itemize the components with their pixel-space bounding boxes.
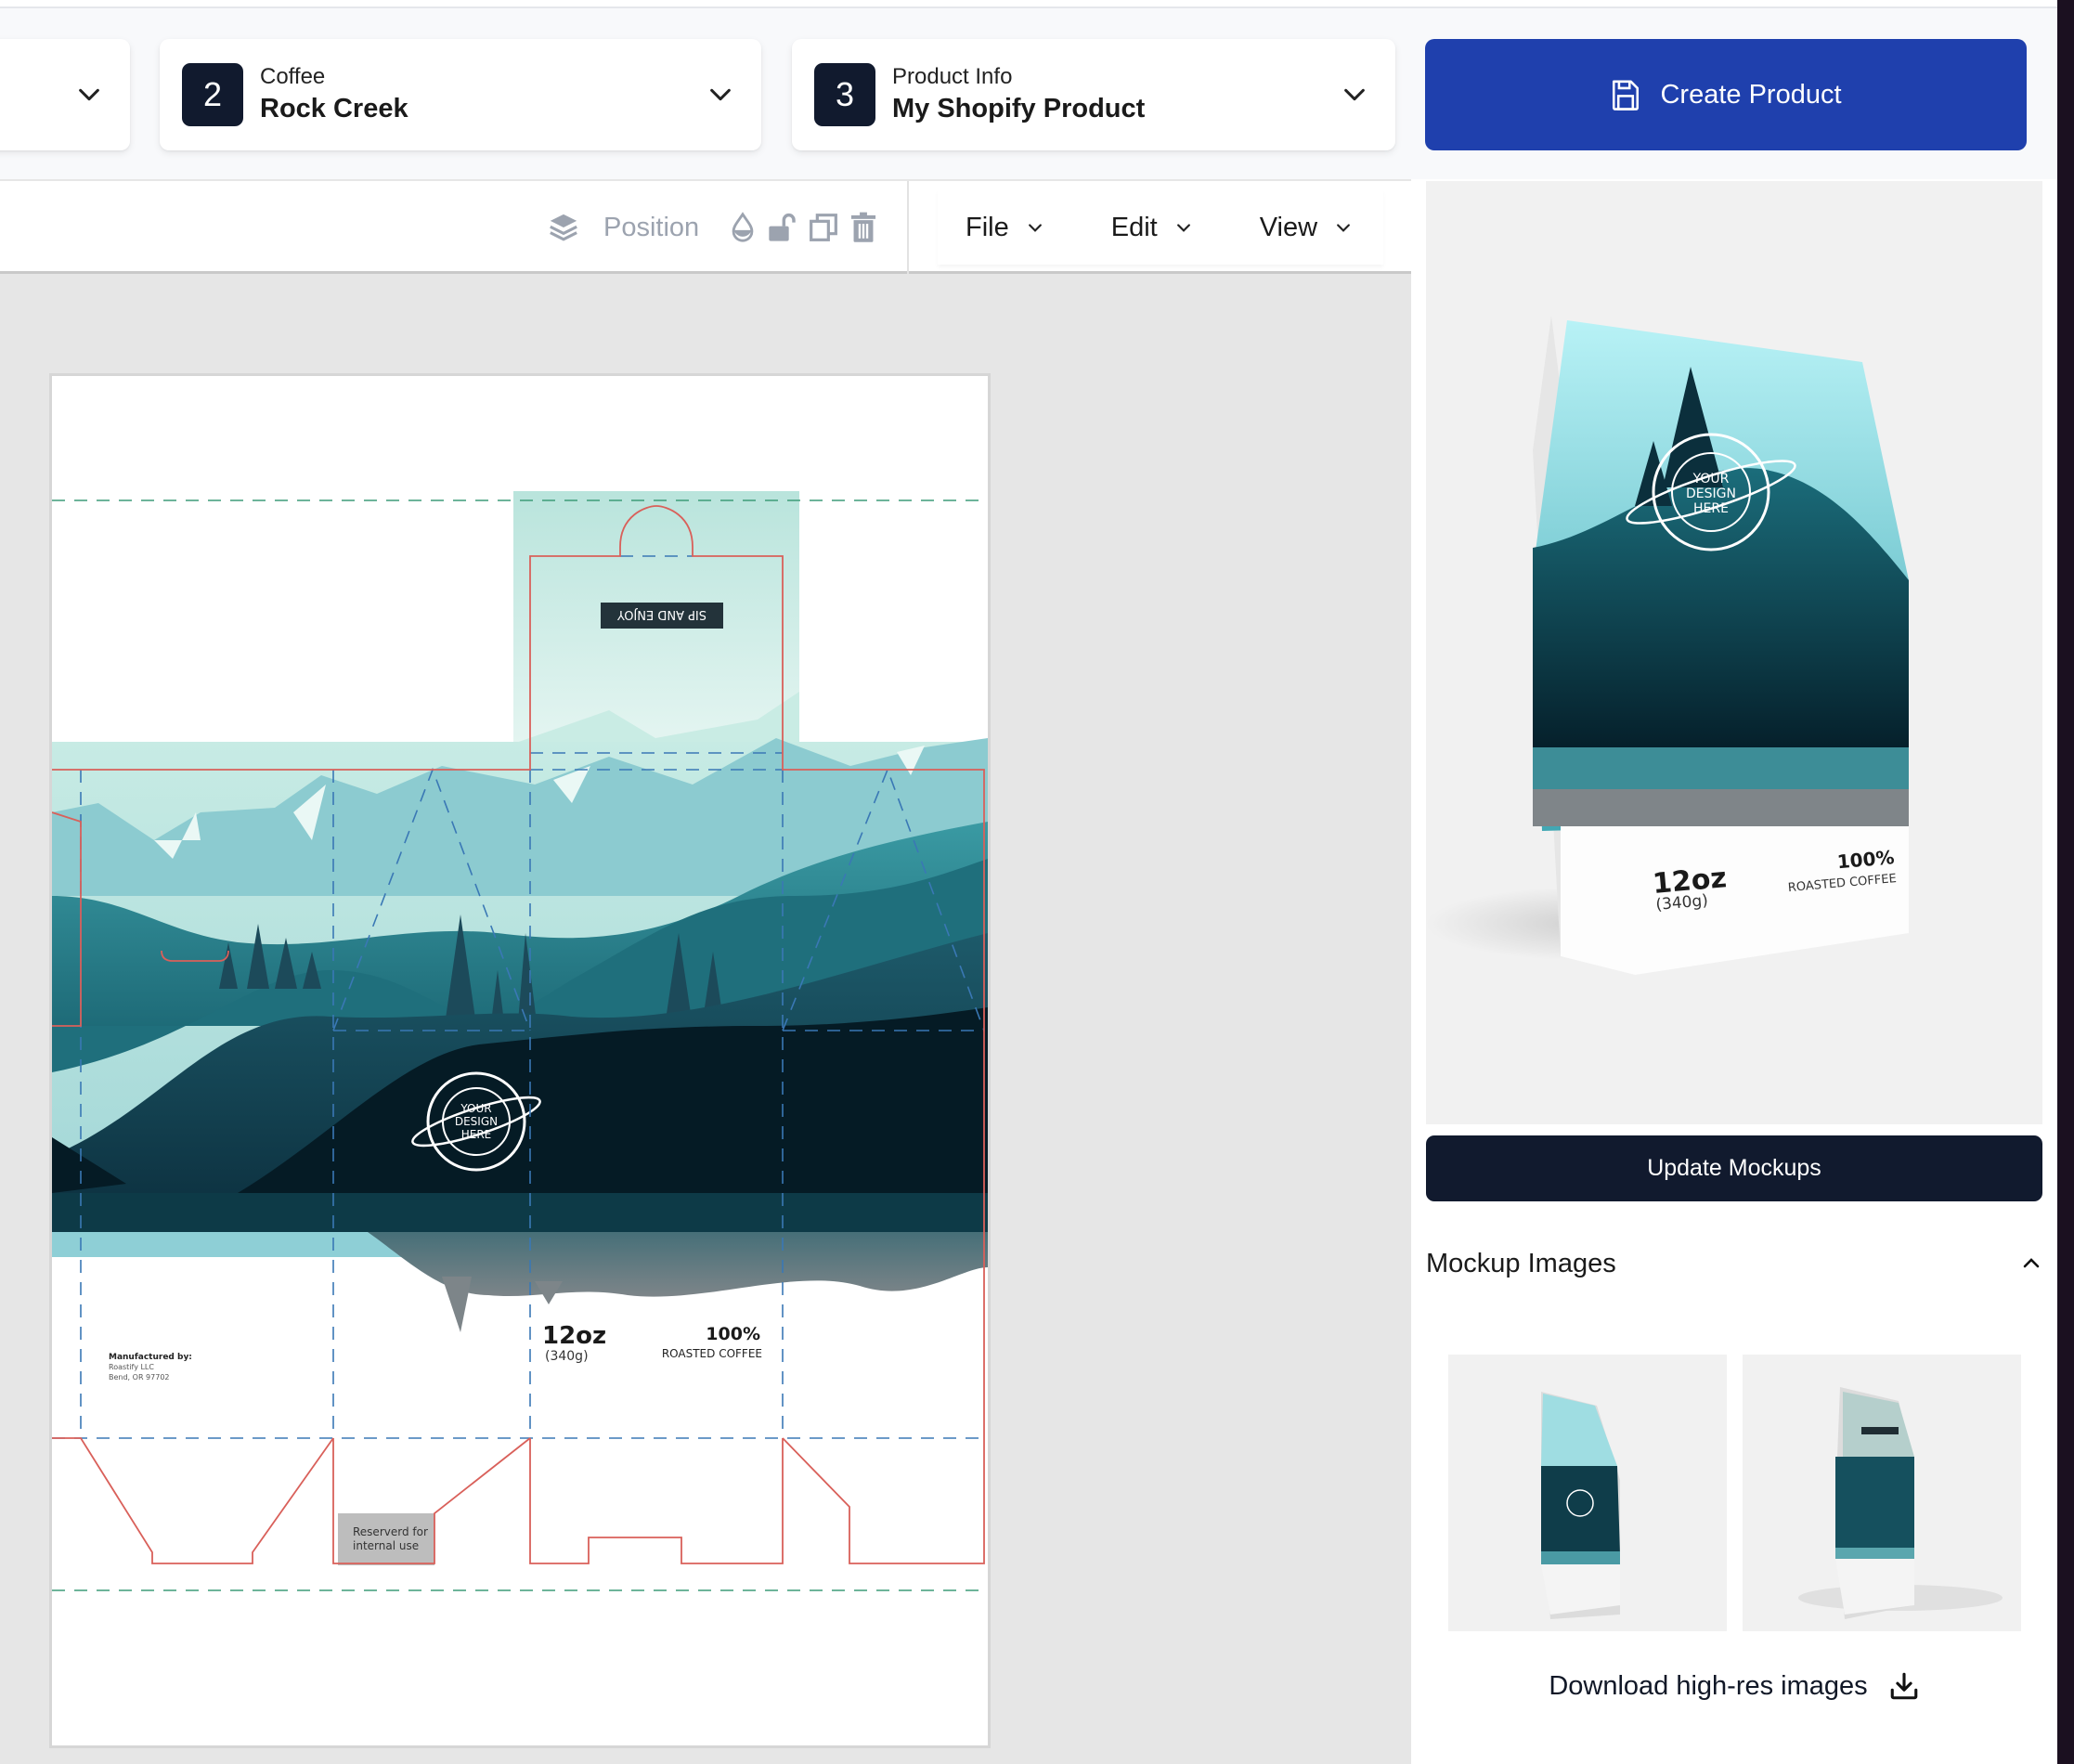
mockup-images-title: Mockup Images [1426, 1248, 1616, 1278]
weight-main-text: 12oz [542, 1322, 606, 1350]
weight-sub-text: (340g) [545, 1349, 589, 1364]
unlock-icon[interactable] [768, 212, 797, 243]
logo-text-line: HERE [461, 1128, 492, 1141]
logo-text-line: YOUR [460, 1102, 491, 1115]
chevron-down-icon [1028, 224, 1042, 232]
chevron-down-icon [1176, 224, 1190, 232]
top-border [0, 0, 2057, 8]
menu-file-label: File [966, 212, 1009, 242]
download-label: Download high-res images [1549, 1670, 1868, 1701]
reserved-text-line: Reserverd for [353, 1525, 428, 1538]
duplicate-icon[interactable] [809, 212, 838, 243]
trash-icon[interactable] [849, 212, 877, 243]
layers-icon[interactable] [548, 212, 579, 243]
bag-logo-text: DESIGN [1686, 486, 1736, 501]
step-label: Coffee [260, 64, 326, 89]
dieline-artboard[interactable]: YOUR DESIGN HERE SIP AND ENJOY 12oz (340… [49, 373, 991, 1748]
position-button[interactable]: Position [603, 213, 699, 243]
mockup-thumbnail-back[interactable] [1743, 1355, 2021, 1631]
bag-water [1533, 747, 1909, 789]
roasted-coffee-text: ROASTED COFFEE [662, 1347, 762, 1360]
manufacturer-line: Bend, OR 97702 [109, 1373, 170, 1381]
step-number-badge: 2 [182, 63, 243, 126]
lake-surface [52, 1193, 988, 1232]
thumbnail-back-image [1798, 1387, 2003, 1619]
editor-toolbar: Position File Edit View [0, 179, 1411, 274]
chevron-down-icon [1344, 88, 1365, 101]
download-icon [1890, 1672, 1917, 1700]
step-value: Rock Creek [260, 94, 408, 123]
step-2-dropdown[interactable]: 2 Coffee Rock Creek [160, 39, 761, 150]
bag-logo-text: HERE [1693, 501, 1729, 516]
step-value: My Shopify Product [892, 94, 1146, 123]
reserved-box: Reserverd for internal use [338, 1513, 434, 1565]
mockup-thumbnail-front[interactable] [1448, 1355, 1727, 1631]
manufacturer-heading: Manufactured by: [109, 1353, 192, 1362]
window-edge [2057, 0, 2074, 1764]
mockup-bag-image: YOUR DESIGN HERE 12oz (340g) 100% ROASTE… [1426, 316, 1909, 975]
chevron-down-icon [79, 88, 99, 101]
logo-text-line: DESIGN [455, 1115, 498, 1128]
thumbnail-front-image [1541, 1392, 1620, 1619]
bag-logo-text: YOUR [1692, 472, 1730, 486]
create-product-button[interactable]: Create Product [1425, 39, 2027, 150]
bag-reflection [1533, 789, 1909, 826]
chevron-down-icon [710, 88, 731, 101]
percent-text: 100% [706, 1324, 760, 1344]
reserved-text-line: internal use [353, 1539, 419, 1552]
mockup-images-header[interactable]: Mockup Images [1426, 1243, 2042, 1284]
step-label: Product Info [892, 64, 1013, 89]
update-mockups-button[interactable]: Update Mockups [1426, 1135, 2042, 1201]
manufacturer-line: Roastify LLC [109, 1363, 154, 1371]
step-1-dropdown[interactable] [0, 39, 130, 150]
menu-edit[interactable]: Edit [1111, 213, 1193, 243]
menu-bar: File Edit View [938, 190, 1383, 265]
download-high-res-button[interactable]: Download high-res images [1411, 1663, 2057, 1709]
menu-file[interactable]: File [966, 213, 1044, 243]
save-icon [1613, 80, 1640, 110]
flap-label-text: SIP AND ENJOY [617, 607, 706, 621]
toolbar-divider [907, 181, 909, 274]
step-3-dropdown[interactable]: 3 Product Info My Shopify Product [792, 39, 1395, 150]
flap-label-tag: SIP AND ENJOY [601, 603, 723, 629]
menu-view-label: View [1259, 212, 1318, 242]
app-root: 2 Coffee Rock Creek 3 Product Info My Sh… [0, 0, 2074, 1764]
menu-edit-label: Edit [1110, 212, 1158, 242]
chevron-up-icon[interactable] [2020, 1252, 2042, 1275]
mockup-preview[interactable]: YOUR DESIGN HERE 12oz (340g) 100% ROASTE… [1426, 181, 2042, 1124]
create-product-label: Create Product [1660, 79, 1842, 110]
design-canvas[interactable]: YOUR DESIGN HERE SIP AND ENJOY 12oz (340… [0, 274, 1411, 1764]
mockup-panel: YOUR DESIGN HERE 12oz (340g) 100% ROASTE… [1411, 179, 2057, 1764]
step-number-badge: 3 [814, 63, 875, 126]
menu-view[interactable]: View [1260, 213, 1353, 243]
opacity-icon[interactable] [729, 212, 757, 243]
chevron-down-icon [1337, 224, 1350, 232]
dieline-svg: YOUR DESIGN HERE SIP AND ENJOY 12oz (340… [52, 491, 988, 1591]
